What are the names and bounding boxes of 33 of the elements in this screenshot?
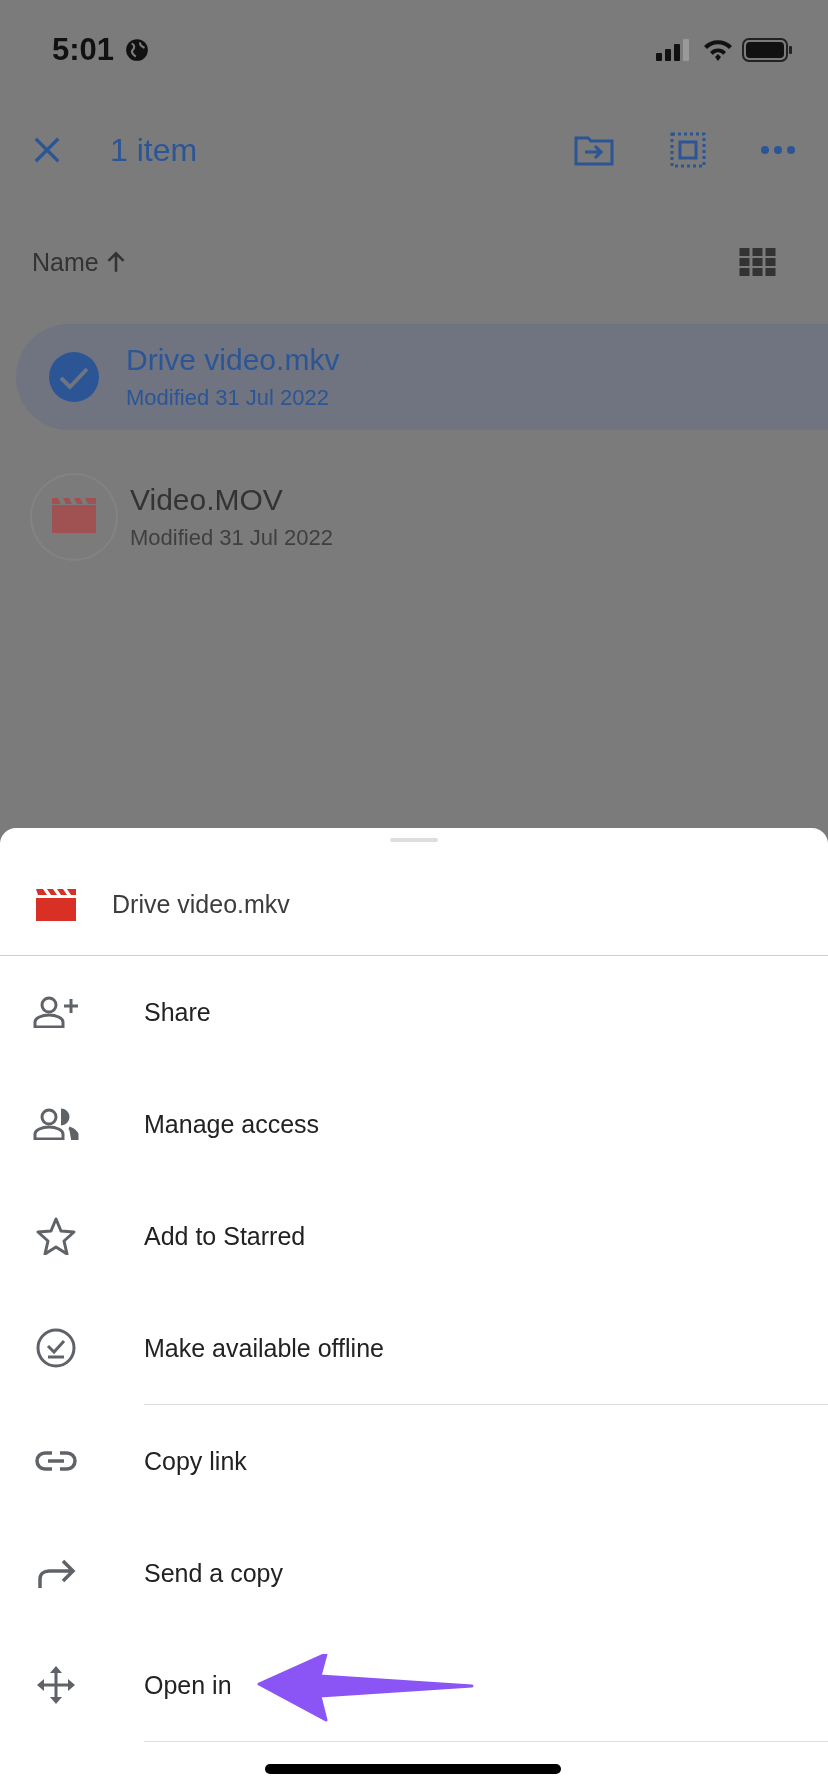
offline-check-icon — [36, 1328, 76, 1368]
file-name: Video.MOV — [130, 483, 284, 517]
video-file-icon — [30, 473, 118, 561]
grid-view-icon[interactable] — [739, 248, 776, 276]
move-to-folder-icon[interactable] — [574, 134, 614, 166]
sheet-title: Drive video.mkv — [112, 890, 290, 919]
select-all-icon[interactable] — [670, 132, 706, 168]
move-arrows-icon — [36, 1665, 76, 1705]
menu-item[interactable]: Send a copy — [0, 1517, 828, 1629]
battery-icon — [742, 38, 794, 62]
more-icon[interactable] — [760, 145, 796, 155]
menu-item[interactable]: Open in — [0, 1629, 828, 1741]
menu-item[interactable]: Make available offline — [0, 1292, 828, 1404]
menu-item[interactable]: Manage access — [0, 1068, 828, 1180]
person-add-icon — [33, 996, 79, 1028]
status-time: 5:01 — [52, 32, 115, 68]
selection-count: 1 item — [110, 131, 198, 169]
video-file-icon — [36, 888, 76, 921]
file-name: Drive video.mkv — [126, 343, 340, 377]
link-icon — [35, 1450, 77, 1472]
menu-item[interactable]: Add to Starred — [0, 1180, 828, 1292]
file-modified-date: Modified 31 Jul 2022 — [130, 525, 334, 551]
globe-icon — [124, 37, 151, 63]
sheet-handle[interactable] — [390, 838, 438, 842]
menu-item[interactable]: Share — [0, 956, 828, 1068]
star-icon — [36, 1217, 76, 1255]
wifi-icon — [702, 38, 734, 62]
checked-icon — [48, 351, 100, 403]
file-modified-date: Modified 31 Jul 2022 — [126, 385, 331, 411]
menu-item[interactable]: Copy link — [0, 1405, 828, 1517]
people-icon — [33, 1108, 79, 1140]
forward-arrow-icon — [36, 1557, 76, 1589]
close-icon[interactable] — [32, 135, 62, 165]
